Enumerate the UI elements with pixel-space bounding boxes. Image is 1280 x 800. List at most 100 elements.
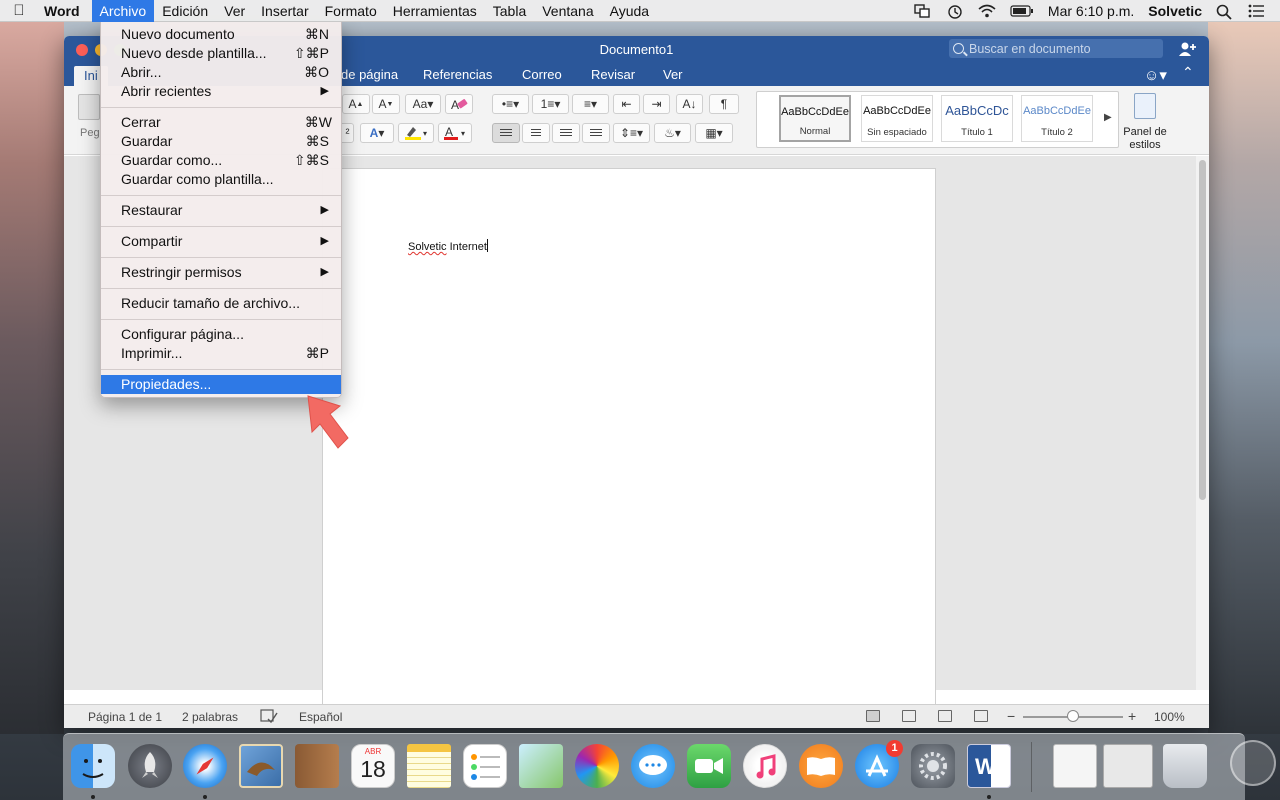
increase-indent-icon[interactable]: ⇥ xyxy=(643,94,670,114)
notification-center-icon[interactable] xyxy=(1248,4,1266,18)
highlight-color-icon[interactable]: ▾ xyxy=(398,123,434,143)
document-body-text[interactable]: Solvetic Internet xyxy=(408,239,488,253)
messages-bubble-icon[interactable] xyxy=(631,744,675,788)
notes-icon[interactable] xyxy=(407,744,451,788)
clear-formatting-icon[interactable]: A xyxy=(445,94,473,114)
window-switch-icon[interactable] xyxy=(914,3,932,18)
menu-item-nuevo-desde-plantilla[interactable]: Nuevo desde plantilla... ⇧⌘P xyxy=(101,44,341,63)
feedback-smile-icon[interactable]: ☺▾ xyxy=(1144,66,1167,84)
scrollbar-thumb[interactable] xyxy=(1199,160,1206,500)
recent-window-thumbnail-icon[interactable] xyxy=(1103,744,1153,788)
vertical-scrollbar[interactable] xyxy=(1196,156,1209,690)
menu-item-guardar-como-plantilla[interactable]: Guardar como plantilla... xyxy=(101,170,341,189)
menu-ver[interactable]: Ver xyxy=(216,0,253,22)
menu-item-restringir-permisos[interactable]: Restringir permisos ▶ xyxy=(101,263,341,282)
share-add-person-icon[interactable] xyxy=(1178,41,1198,61)
system-preferences-gear-icon[interactable] xyxy=(911,744,955,788)
menu-item-imprimir[interactable]: Imprimir... ⌘P xyxy=(101,344,341,363)
menu-formato[interactable]: Formato xyxy=(317,0,385,22)
style-titulo-1[interactable]: AaBbCcDc Título 1 xyxy=(941,95,1013,142)
finder-icon[interactable] xyxy=(71,744,115,788)
battery-icon[interactable] xyxy=(1010,4,1034,18)
app-menu-word[interactable]: Word xyxy=(38,0,92,22)
zoom-in-icon[interactable]: + xyxy=(1128,708,1136,724)
tab-referencias[interactable]: Referencias xyxy=(423,67,492,82)
menu-item-abrir-recientes[interactable]: Abrir recientes ▶ xyxy=(101,82,341,101)
time-machine-icon[interactable] xyxy=(946,4,964,19)
zoom-level[interactable]: 100% xyxy=(1154,710,1185,724)
menu-item-reducir-tamano[interactable]: Reducir tamaño de archivo... xyxy=(101,294,341,313)
bullets-list-icon[interactable]: •≡▾ xyxy=(492,94,529,114)
justify-button[interactable] xyxy=(582,123,610,143)
increase-font-size-button[interactable]: A ▲ xyxy=(342,94,370,114)
print-layout-view-icon[interactable] xyxy=(866,710,880,722)
microsoft-word-icon[interactable]: W xyxy=(967,744,1011,788)
search-document-box[interactable] xyxy=(949,39,1163,58)
text-effects-icon[interactable]: A ▾ xyxy=(360,123,394,143)
spotlight-search-icon[interactable] xyxy=(1216,4,1234,20)
proofing-icon[interactable] xyxy=(260,708,278,727)
menu-item-guardar[interactable]: Guardar ⌘S xyxy=(101,132,341,151)
style-sin-espaciado[interactable]: AaBbCcDdEe Sin espaciado xyxy=(861,95,933,142)
align-right-button[interactable] xyxy=(552,123,580,143)
align-center-button[interactable] xyxy=(522,123,550,143)
zoom-out-icon[interactable]: − xyxy=(1007,708,1015,724)
tab-diseno-de-pagina[interactable]: de página xyxy=(341,67,398,82)
menu-item-nuevo-documento[interactable]: Nuevo documento ⌘N xyxy=(101,25,341,44)
trash-icon[interactable] xyxy=(1163,744,1207,788)
tab-revisar[interactable]: Revisar xyxy=(591,67,635,82)
style-normal[interactable]: AaBbCcDdEe Normal xyxy=(779,95,851,142)
search-document-input[interactable] xyxy=(969,41,1139,56)
menu-herramientas[interactable]: Herramientas xyxy=(385,0,485,22)
align-left-button[interactable] xyxy=(492,123,520,143)
menu-ventana[interactable]: Ventana xyxy=(534,0,601,22)
sort-icon[interactable]: A↓ xyxy=(676,94,703,114)
menu-item-guardar-como[interactable]: Guardar como... ⇧⌘S xyxy=(101,151,341,170)
styles-pane-icon[interactable] xyxy=(1134,93,1156,119)
photos-flower-icon[interactable] xyxy=(575,744,619,788)
apple-menu-icon[interactable]:  xyxy=(0,2,38,19)
menu-item-restaurar[interactable]: Restaurar ▶ xyxy=(101,201,341,220)
menu-archivo[interactable]: Archivo xyxy=(91,0,155,22)
font-color-icon[interactable]: A ▾ xyxy=(438,123,472,143)
contacts-book-icon[interactable] xyxy=(295,744,339,788)
launchpad-rocket-icon[interactable] xyxy=(128,744,172,788)
styles-pane-label[interactable]: Panel de estilos xyxy=(1116,126,1174,152)
app-store-icon[interactable]: 1 xyxy=(855,740,903,788)
tab-ver[interactable]: Ver xyxy=(663,67,683,82)
web-layout-view-icon[interactable] xyxy=(902,710,916,722)
document-word[interactable]: Internet xyxy=(450,241,487,253)
font-effects-button[interactable]: ² xyxy=(342,123,354,143)
numbered-list-icon[interactable]: 1≡▾ xyxy=(532,94,569,114)
menu-item-compartir[interactable]: Compartir ▶ xyxy=(101,232,341,251)
shading-icon[interactable]: ♨▾ xyxy=(654,123,691,143)
borders-icon[interactable]: ▦▾ xyxy=(695,123,733,143)
menu-item-abrir[interactable]: Abrir... ⌘O xyxy=(101,63,341,82)
itunes-music-icon[interactable] xyxy=(743,744,787,788)
menubar-user[interactable]: Solvetic xyxy=(1148,3,1202,19)
menubar-clock[interactable]: Mar 6:10 p.m. xyxy=(1048,3,1134,19)
safari-compass-icon[interactable] xyxy=(183,744,227,788)
menu-insertar[interactable]: Insertar xyxy=(253,0,316,22)
change-case-button[interactable]: Aa▾ xyxy=(405,94,441,114)
paste-icon[interactable] xyxy=(78,94,100,120)
zoom-slider-knob[interactable] xyxy=(1067,710,1079,722)
page-count[interactable]: Página 1 de 1 xyxy=(88,710,162,724)
menu-ayuda[interactable]: Ayuda xyxy=(602,0,657,22)
reminders-icon[interactable] xyxy=(463,744,507,788)
outline-view-icon[interactable] xyxy=(938,710,952,722)
ibooks-icon[interactable] xyxy=(799,744,843,788)
style-titulo-2[interactable]: AaBbCcDdEe Título 2 xyxy=(1021,95,1093,142)
menu-edicion[interactable]: Edición xyxy=(154,0,216,22)
menu-tabla[interactable]: Tabla xyxy=(485,0,534,22)
mail-stamp-eagle-icon[interactable] xyxy=(239,744,283,788)
word-count[interactable]: 2 palabras xyxy=(182,710,238,724)
facetime-camera-icon[interactable] xyxy=(687,744,731,788)
decrease-font-size-button[interactable]: A ▼ xyxy=(372,94,400,114)
line-spacing-icon[interactable]: ⇕≡▾ xyxy=(613,123,650,143)
multilevel-list-icon[interactable]: ≡▾ xyxy=(572,94,609,114)
tab-correo[interactable]: Correo xyxy=(522,67,562,82)
calendar-icon[interactable]: ABR 18 xyxy=(351,744,395,788)
misspelled-word[interactable]: Solvetic xyxy=(408,241,447,253)
menu-item-cerrar[interactable]: Cerrar ⌘W xyxy=(101,113,341,132)
